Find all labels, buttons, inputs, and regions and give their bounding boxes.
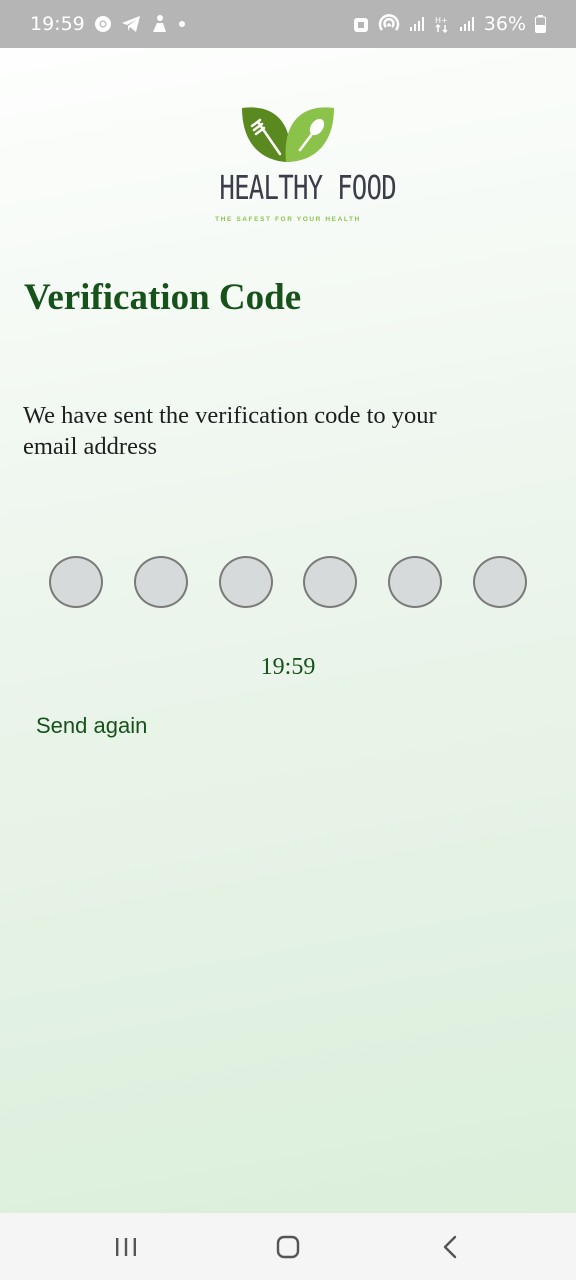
home-icon[interactable]	[268, 1233, 308, 1261]
signal-icon	[459, 16, 475, 32]
status-left: 19:59	[30, 13, 187, 35]
instruction-text: We have sent the verification code to yo…	[23, 402, 437, 460]
signal-icon	[409, 16, 425, 32]
code-digit-field-5[interactable]	[388, 556, 443, 608]
back-icon[interactable]	[430, 1233, 470, 1261]
lock-badge-icon	[353, 15, 369, 33]
status-time: 19:59	[30, 13, 85, 35]
chrome-icon	[94, 15, 112, 33]
battery-icon	[535, 15, 546, 33]
dot-icon	[177, 19, 187, 29]
app-notification-icon	[150, 14, 168, 34]
data-icon: H+	[434, 15, 450, 33]
navigation-bar	[0, 1213, 576, 1280]
code-digit-field-3[interactable]	[218, 556, 273, 608]
logo-tagline: THE SAFEST FOR YOUR HEALTH	[215, 216, 361, 223]
code-digit-field-1[interactable]	[49, 556, 103, 608]
status-right: H+ 36%	[353, 13, 546, 35]
hotspot-icon	[378, 14, 400, 34]
svg-text:H+: H+	[435, 16, 448, 25]
telegram-icon	[121, 15, 141, 33]
code-digit-field-2[interactable]	[133, 556, 188, 608]
code-digit-field-4[interactable]	[303, 556, 358, 608]
status-bar: 19:59 H+ 36%	[0, 0, 576, 48]
countdown-timer: 19:59	[260, 654, 316, 680]
send-again-button[interactable]: Send again	[36, 713, 147, 739]
logo-title: HEALTHY FOOD	[219, 168, 396, 207]
page-title: Verification Code	[24, 277, 302, 318]
verification-code-input	[49, 556, 527, 608]
leaves-fork-spoon-icon	[242, 107, 334, 162]
code-digit-field-6[interactable]	[472, 556, 527, 608]
recent-apps-icon[interactable]	[106, 1233, 146, 1261]
healthy-food-logo: HEALTHY FOOD	[200, 104, 397, 230]
battery-percent: 36%	[483, 13, 526, 35]
